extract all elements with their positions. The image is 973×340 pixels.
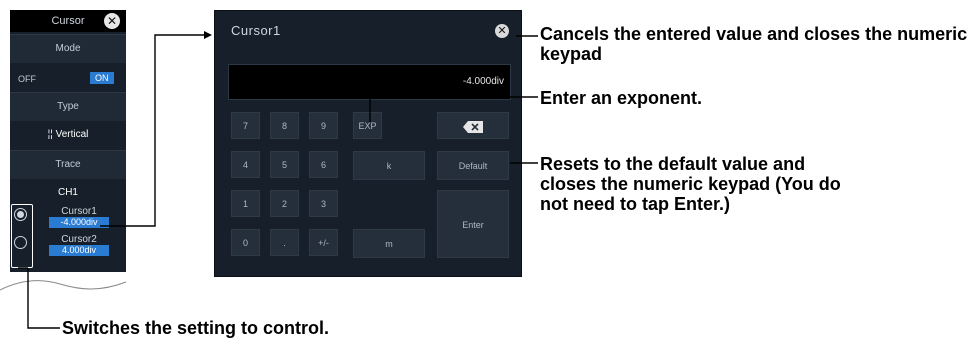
annotation-switch: Switches the setting to control.: [62, 318, 330, 338]
annotation-exp: Enter an exponent.: [540, 88, 703, 108]
annotation-default: Resets to the default value and closes t…: [540, 154, 841, 214]
annotation-close: Cancels the entered value and closes the…: [540, 24, 968, 64]
